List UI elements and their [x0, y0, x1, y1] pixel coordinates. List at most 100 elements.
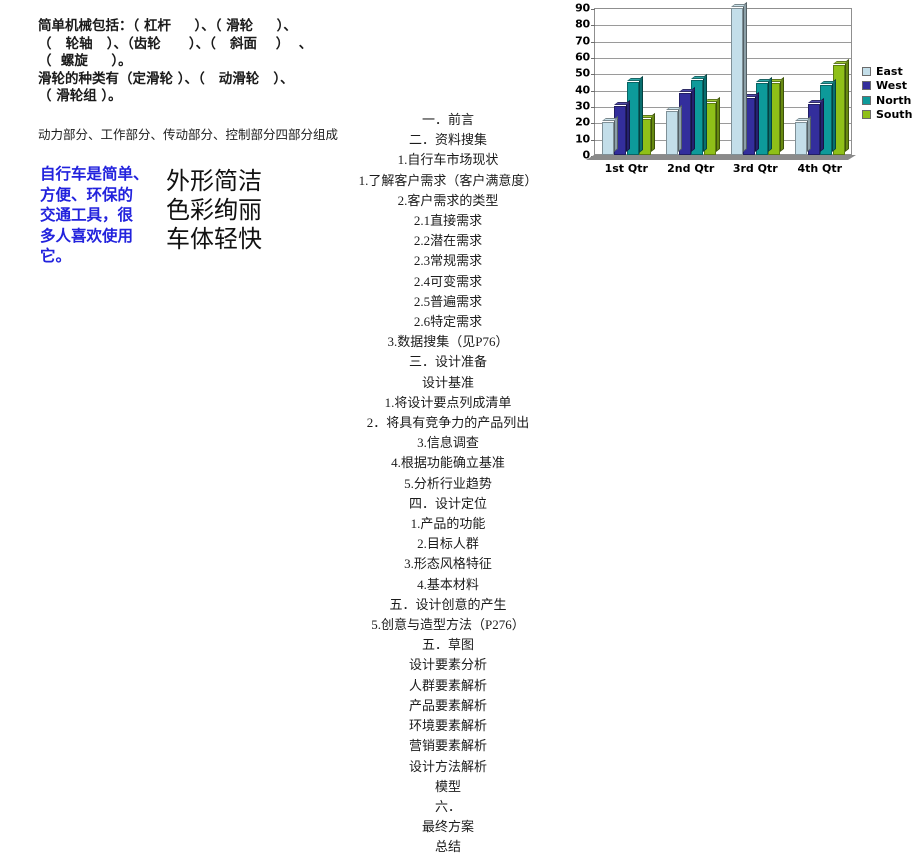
legend-item-east[interactable]: East: [862, 64, 920, 79]
outline-line: 2.4可变需求: [413, 273, 483, 289]
x-axis-tick-label: 1st Qtr: [604, 162, 648, 175]
outline-line: 4.基本材料: [417, 576, 479, 592]
outline-line: 2.目标人群: [417, 536, 479, 552]
bar-side-3d: [780, 77, 784, 152]
chart-legend: East West North South: [862, 64, 920, 122]
outline-line: 2.6特定需求: [413, 314, 483, 330]
bar-side-3d: [638, 75, 643, 152]
bicycle-structure-line: 动力部分、工作部分、传动部分、控制部分四部分组成: [38, 128, 339, 142]
y-axis-tick-label: 80: [575, 17, 590, 31]
y-axis-tick-label: 30: [575, 99, 590, 113]
bar-group: [659, 8, 724, 155]
legend-swatch-icon: [862, 110, 871, 120]
left-text-column: 简单机械包括：（ 杠杆 ）、（ 滑轮 ）、 （ 轮轴 ）、（齿轮 ）、（ 斜面 …: [0, 0, 340, 690]
y-axis-labels: 0 10 20 30 40 50 60 70 80 90: [556, 2, 590, 162]
outline-line: 最终方案: [421, 819, 474, 835]
outline-line: 五．设计创意的产生: [389, 596, 507, 612]
y-axis-tick-label: 50: [575, 66, 590, 80]
x-axis-tick-label: 2nd Qtr: [667, 162, 715, 175]
outline-line: 3.数据搜集（见P76）: [387, 334, 509, 350]
chart-inner: 0 10 20 30 40 50 60 70 80 90 1st Qtr 2nd Qtr 3rd Qt…: [556, 0, 920, 196]
outline-line: 4.根据功能确立基准: [391, 455, 505, 471]
outline-line: 2.1直接需求: [413, 213, 483, 229]
design-process-outline: 一．前言二．资料搜集 1.自行车市场现状 1.了解客户需求（客户满意度） 2.客户需求…: [340, 110, 556, 858]
outline-line: 六．: [434, 798, 461, 814]
bar-group: [788, 8, 853, 155]
bar-side-3d: [626, 99, 630, 152]
simple-machines-paragraph: 简单机械包括：（ 杠杆 ）、（ 滑轮 ）、 （ 轮轴 ）、（齿轮 ）、（ 斜面 …: [38, 18, 313, 104]
legend-item-south[interactable]: South: [862, 108, 920, 123]
y-axis-tick-label: 60: [575, 50, 590, 64]
outline-line: 2．将具有竞争力的产品列出: [366, 415, 530, 431]
bar-side-3d: [651, 112, 655, 152]
outline-line: 四．设计定位: [408, 495, 487, 511]
outline-line: 2.5普遍需求: [413, 293, 483, 309]
bar-face: [601, 122, 614, 155]
bar-side-3d: [819, 98, 824, 152]
legend-label: West: [876, 79, 908, 93]
outline-line: 产品要素解析: [408, 697, 487, 713]
outline-line: 人群要素解析: [408, 677, 487, 693]
bar-side-3d: [767, 77, 772, 152]
outline-line: 三．设计准备: [408, 354, 487, 370]
bar-side-3d: [742, 1, 747, 152]
x-axis-tick-label: 4th Qtr: [797, 162, 843, 175]
outline-line: 二．资料搜集: [408, 132, 487, 148]
bar-face: [666, 110, 678, 155]
bar-side-3d: [715, 96, 720, 152]
legend-swatch-icon: [862, 81, 871, 91]
outline-line: 设计基准: [421, 374, 474, 390]
legend-label: South: [876, 108, 913, 122]
x-axis-labels: 1st Qtr 2nd Qtr 3rd Qtr 4th Qtr: [594, 162, 852, 180]
bar-side-3d: [832, 78, 836, 152]
bar-east-2: [666, 104, 682, 155]
outline-line: 模型: [434, 778, 461, 794]
y-axis-tick-label: 70: [575, 34, 590, 48]
outline-line: 1.了解客户需求（客户满意度）: [358, 172, 538, 188]
y-axis-tick-label: 90: [575, 1, 590, 15]
y-axis-tick-label: 20: [575, 115, 590, 129]
outline-line: 五．草图: [421, 637, 474, 653]
bicycle-intro-paragraph: 自行车是简单、 方便、环保的 交通工具，很 多人喜欢使用它。: [40, 165, 149, 265]
outline-line: 3.形态风格特征: [404, 556, 492, 572]
outline-line: 设计方法解析: [408, 758, 487, 774]
bar-face: [730, 8, 743, 155]
legend-swatch-icon: [862, 95, 871, 105]
outline-line: 一．前言: [421, 112, 474, 127]
outline-line: 设计要素分析: [408, 657, 487, 673]
outline-line: 1.将设计要点列成清单: [384, 394, 512, 410]
bar-east-3: [730, 1, 747, 155]
y-axis-tick-label: 10: [575, 132, 590, 146]
bar-group: [723, 1, 788, 155]
bar-side-3d: [844, 59, 849, 152]
outline-line: 环境要素解析: [408, 718, 487, 734]
quarterly-region-bar-chart: 0 10 20 30 40 50 60 70 80 90 1st Qtr 2nd Qtr 3rd Qt…: [556, 0, 920, 196]
bar-top-3d: [626, 77, 643, 81]
bar-side-3d: [690, 86, 695, 152]
bar-side-3d: [613, 116, 618, 152]
outline-line: 1.自行车市场现状: [397, 152, 499, 168]
legend-label: East: [876, 64, 903, 78]
outline-line: 3.信息调查: [417, 435, 479, 451]
bar-east-4: [795, 116, 811, 155]
x-axis-tick-label: 3rd Qtr: [732, 162, 778, 175]
outline-line: 2.客户需求的类型: [397, 192, 499, 208]
bars-layer: [594, 1, 853, 155]
bar-east-1: [601, 116, 618, 155]
legend-item-west[interactable]: West: [862, 79, 920, 94]
bar-side-3d: [678, 104, 682, 152]
bar-side-3d: [807, 116, 811, 152]
outline-line: 1.产品的功能: [410, 516, 486, 532]
bar-face: [795, 122, 807, 155]
legend-label: North: [876, 93, 912, 107]
legend-item-north[interactable]: North: [862, 93, 920, 108]
axis-floor-3d: [585, 155, 856, 160]
outline-line: 营销要素解析: [408, 738, 487, 754]
outline-line: 5.分析行业趋势: [404, 475, 492, 491]
bar-side-3d: [703, 73, 707, 152]
bar-group: [594, 8, 659, 155]
outline-line: 2.2潜在需求: [413, 233, 483, 249]
outline-line: 2.3常规需求: [413, 253, 483, 269]
legend-swatch-icon: [862, 66, 871, 76]
bar-side-3d: [755, 91, 759, 152]
